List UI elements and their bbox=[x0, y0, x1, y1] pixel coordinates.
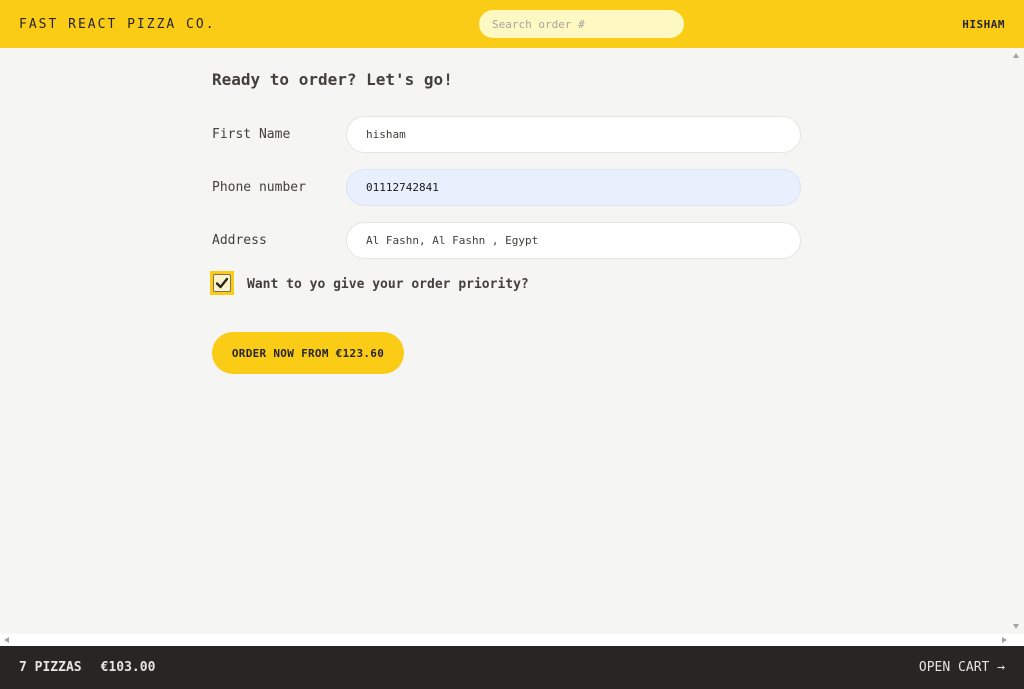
first-name-label: First Name bbox=[212, 127, 291, 142]
address-input[interactable] bbox=[346, 222, 801, 259]
address-label: Address bbox=[212, 233, 267, 248]
scroll-right-icon[interactable] bbox=[1002, 637, 1007, 643]
horizontal-scrollbar[interactable] bbox=[0, 634, 1024, 646]
cart-total: €103.00 bbox=[100, 660, 156, 675]
scroll-up-icon[interactable] bbox=[1013, 53, 1019, 58]
logo-link[interactable]: Fast React Pizza Co. bbox=[19, 17, 216, 32]
order-form: Ready to order? Let's go! First Name Pho… bbox=[0, 48, 1024, 634]
checkmark-icon bbox=[215, 277, 229, 289]
priority-checkbox[interactable] bbox=[210, 271, 234, 295]
priority-label: Want to yo give your order priority? bbox=[247, 277, 529, 292]
phone-input[interactable] bbox=[346, 169, 801, 206]
app-header: Fast React Pizza Co. HISHAM bbox=[0, 0, 1024, 48]
cart-summary: 7 pizzas €103.00 bbox=[19, 660, 155, 675]
order-now-button[interactable]: Order now from €123.60 bbox=[212, 332, 404, 374]
search-order-input[interactable] bbox=[479, 10, 684, 38]
cart-pizza-count: 7 pizzas bbox=[19, 660, 82, 675]
scroll-down-icon[interactable] bbox=[1013, 624, 1019, 629]
open-cart-link[interactable]: Open cart → bbox=[919, 660, 1005, 675]
checkbox-box bbox=[213, 274, 231, 292]
first-name-input[interactable] bbox=[346, 116, 801, 153]
username: HISHAM bbox=[962, 17, 1005, 31]
scroll-left-icon[interactable] bbox=[4, 637, 9, 643]
page-title: Ready to order? Let's go! bbox=[212, 70, 453, 89]
phone-label: Phone number bbox=[212, 180, 306, 195]
cart-overview: 7 pizzas €103.00 Open cart → bbox=[0, 646, 1024, 689]
vertical-scrollbar[interactable] bbox=[1009, 48, 1024, 634]
